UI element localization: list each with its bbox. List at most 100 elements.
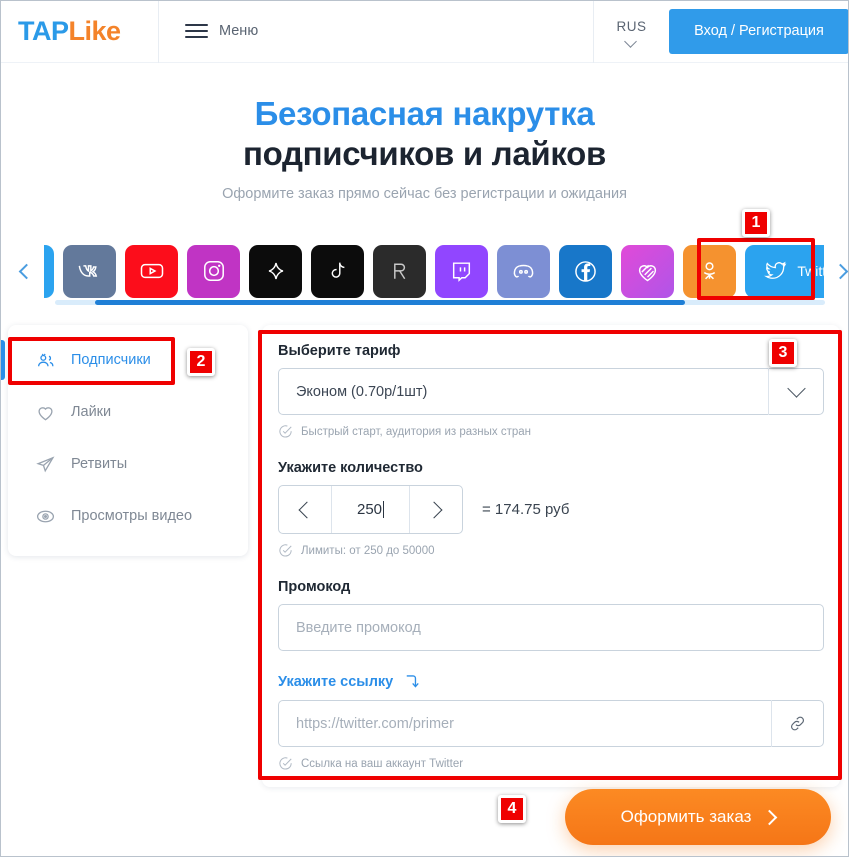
language-label: RUS xyxy=(616,19,647,34)
sparkle-icon xyxy=(268,262,283,280)
platform-carousel: Twitter xyxy=(0,240,849,305)
carousel-tile-twitter[interactable]: Twitter xyxy=(745,244,824,298)
logo[interactable]: TAPLike xyxy=(0,0,159,63)
instagram-icon xyxy=(203,261,224,281)
carousel-next-button[interactable] xyxy=(826,256,849,286)
check-circle-icon xyxy=(279,425,292,438)
promo-input[interactable]: Введите промокод xyxy=(278,604,824,651)
sidebar-item-video-views[interactable]: Просмотры видео xyxy=(8,490,248,542)
carousel-scrollbar-track[interactable] xyxy=(55,300,825,305)
language-selector[interactable]: RUS xyxy=(593,0,669,63)
chevron-down-icon xyxy=(626,37,637,43)
link-chain-icon[interactable] xyxy=(771,700,823,747)
sidebar-item-label: Ретвиты xyxy=(71,456,128,472)
quantity-row: 250 = 174.75 руб xyxy=(278,485,824,534)
twitch-icon xyxy=(452,261,471,282)
check-circle-icon xyxy=(279,544,292,557)
link-label: Укажите ссылку xyxy=(278,673,394,690)
link-input[interactable]: https://twitter.com/primer xyxy=(278,700,824,747)
send-icon xyxy=(34,454,57,475)
carousel-tile-tiktok[interactable] xyxy=(311,244,364,298)
login-register-button[interactable]: Вход / Регистрация xyxy=(669,8,849,54)
quantity-hint: Лимиты: от 250 до 50000 xyxy=(278,543,824,558)
tariff-hint: Быстрый старт, аудитория из разных стран xyxy=(278,424,824,439)
carousel-tile-twitter-label: Twitter xyxy=(797,263,824,279)
quantity-input[interactable]: 250 xyxy=(331,486,410,533)
quantity-label: Укажите количество xyxy=(278,460,423,476)
link-hint: Ссылка на ваш аккаунт Twitter xyxy=(278,756,824,771)
menu-label: Меню xyxy=(219,23,259,39)
carousel-tile-odnoklassniki[interactable] xyxy=(683,244,736,298)
quantity-value: 250 xyxy=(356,501,383,518)
sidebar-item-subscribers[interactable]: Подписчики xyxy=(0,334,248,386)
carousel-scrollbar-thumb[interactable] xyxy=(95,300,685,305)
service-sidebar: Подписчики Лайки Ретвиты Просмотры видео xyxy=(0,325,248,556)
logo-like: Like xyxy=(68,15,122,46)
quantity-hint-text: Лимиты: от 250 до 50000 xyxy=(301,544,435,557)
carousel-tile-facebook[interactable] xyxy=(559,244,612,298)
annotation-marker-4: 4 xyxy=(498,795,526,823)
carousel-tile-twitch[interactable] xyxy=(435,244,488,298)
header-right: RUS Вход / Регистрация xyxy=(593,0,849,63)
eye-icon xyxy=(34,506,57,527)
tariff-hint-text: Быстрый старт, аудитория из разных стран xyxy=(301,425,532,438)
likee-heart-icon xyxy=(638,264,657,281)
hero-subtitle: Оформите заказ прямо сейчас без регистра… xyxy=(222,186,627,202)
quantity-decrement-button[interactable] xyxy=(279,486,331,533)
carousel-track: Twitter xyxy=(44,240,824,302)
carousel-tile-telegram-star[interactable] xyxy=(249,244,302,298)
link-section: Укажите ссылку https://twitter.com/prime… xyxy=(278,672,824,771)
annotation-marker-1: 1 xyxy=(742,209,770,237)
quantity-stepper[interactable]: 250 xyxy=(278,485,463,534)
text-caret xyxy=(383,501,385,518)
carousel-prev-button[interactable] xyxy=(12,256,40,286)
site-header: TAPLike Меню RUS Вход / Регистрация xyxy=(0,0,849,63)
chevron-right-icon xyxy=(762,809,778,825)
promo-placeholder: Введите промокод xyxy=(296,619,421,636)
link-hint-text: Ссылка на ваш аккаунт Twitter xyxy=(301,757,464,770)
arrow-down-hook-icon xyxy=(406,675,419,688)
order-form-panel: Выберите тариф Эконом (0.70р/1шт) Быстры… xyxy=(262,325,840,787)
tiktok-icon xyxy=(331,262,345,278)
price-total: = 174.75 руб xyxy=(482,501,570,518)
rutube-icon xyxy=(394,262,406,279)
logo-text: TAPLike xyxy=(18,16,121,47)
promo-section: Промокод Введите промокод xyxy=(278,579,824,651)
menu-button[interactable]: Меню xyxy=(185,23,258,39)
sidebar-item-label: Подписчики xyxy=(71,352,151,368)
link-label-row: Укажите ссылку xyxy=(278,672,824,691)
sidebar-item-likes[interactable]: Лайки xyxy=(8,386,248,438)
youtube-icon xyxy=(140,263,163,279)
hamburger-icon xyxy=(185,24,208,38)
promo-label: Промокод xyxy=(278,579,351,595)
twitter-icon xyxy=(764,261,787,279)
vk-icon xyxy=(78,264,98,277)
carousel-tile-likee[interactable] xyxy=(621,244,674,298)
heart-icon xyxy=(34,402,57,423)
sidebar-item-label: Лайки xyxy=(71,404,112,420)
logo-tap: TAP xyxy=(18,15,69,46)
tariff-label: Выберите тариф xyxy=(278,343,401,359)
quantity-section: Укажите количество 250 = 174.75 руб Лими… xyxy=(278,460,824,558)
tariff-section: Выберите тариф Эконом (0.70р/1шт) Быстры… xyxy=(278,343,824,439)
check-circle-icon xyxy=(279,757,292,770)
submit-order-button[interactable]: Оформить заказ xyxy=(565,789,831,845)
carousel-tile-partial[interactable] xyxy=(44,244,54,298)
page-root: TAPLike Меню RUS Вход / Регистрация Безо… xyxy=(0,0,849,857)
carousel-tile-vk[interactable] xyxy=(63,244,116,298)
users-icon xyxy=(34,350,57,371)
hero-title-line1: Безопасная накрутка xyxy=(254,95,595,132)
carousel-tile-discord[interactable] xyxy=(497,244,550,298)
carousel-tile-instagram[interactable] xyxy=(187,244,240,298)
sidebar-item-retweets[interactable]: Ретвиты xyxy=(8,438,248,490)
link-placeholder: https://twitter.com/primer xyxy=(296,715,454,732)
carousel-tile-rutube[interactable] xyxy=(373,244,426,298)
tariff-select[interactable]: Эконом (0.70р/1шт) xyxy=(278,368,824,415)
quantity-increment-button[interactable] xyxy=(410,486,462,533)
carousel-tile-youtube[interactable] xyxy=(125,244,178,298)
hero-title-line2: подписчиков и лайков xyxy=(242,135,607,172)
discord-icon xyxy=(513,264,534,278)
odnoklassniki-icon xyxy=(703,261,716,279)
tariff-selected-value: Эконом (0.70р/1шт) xyxy=(296,383,428,400)
chevron-down-icon[interactable] xyxy=(768,368,823,415)
